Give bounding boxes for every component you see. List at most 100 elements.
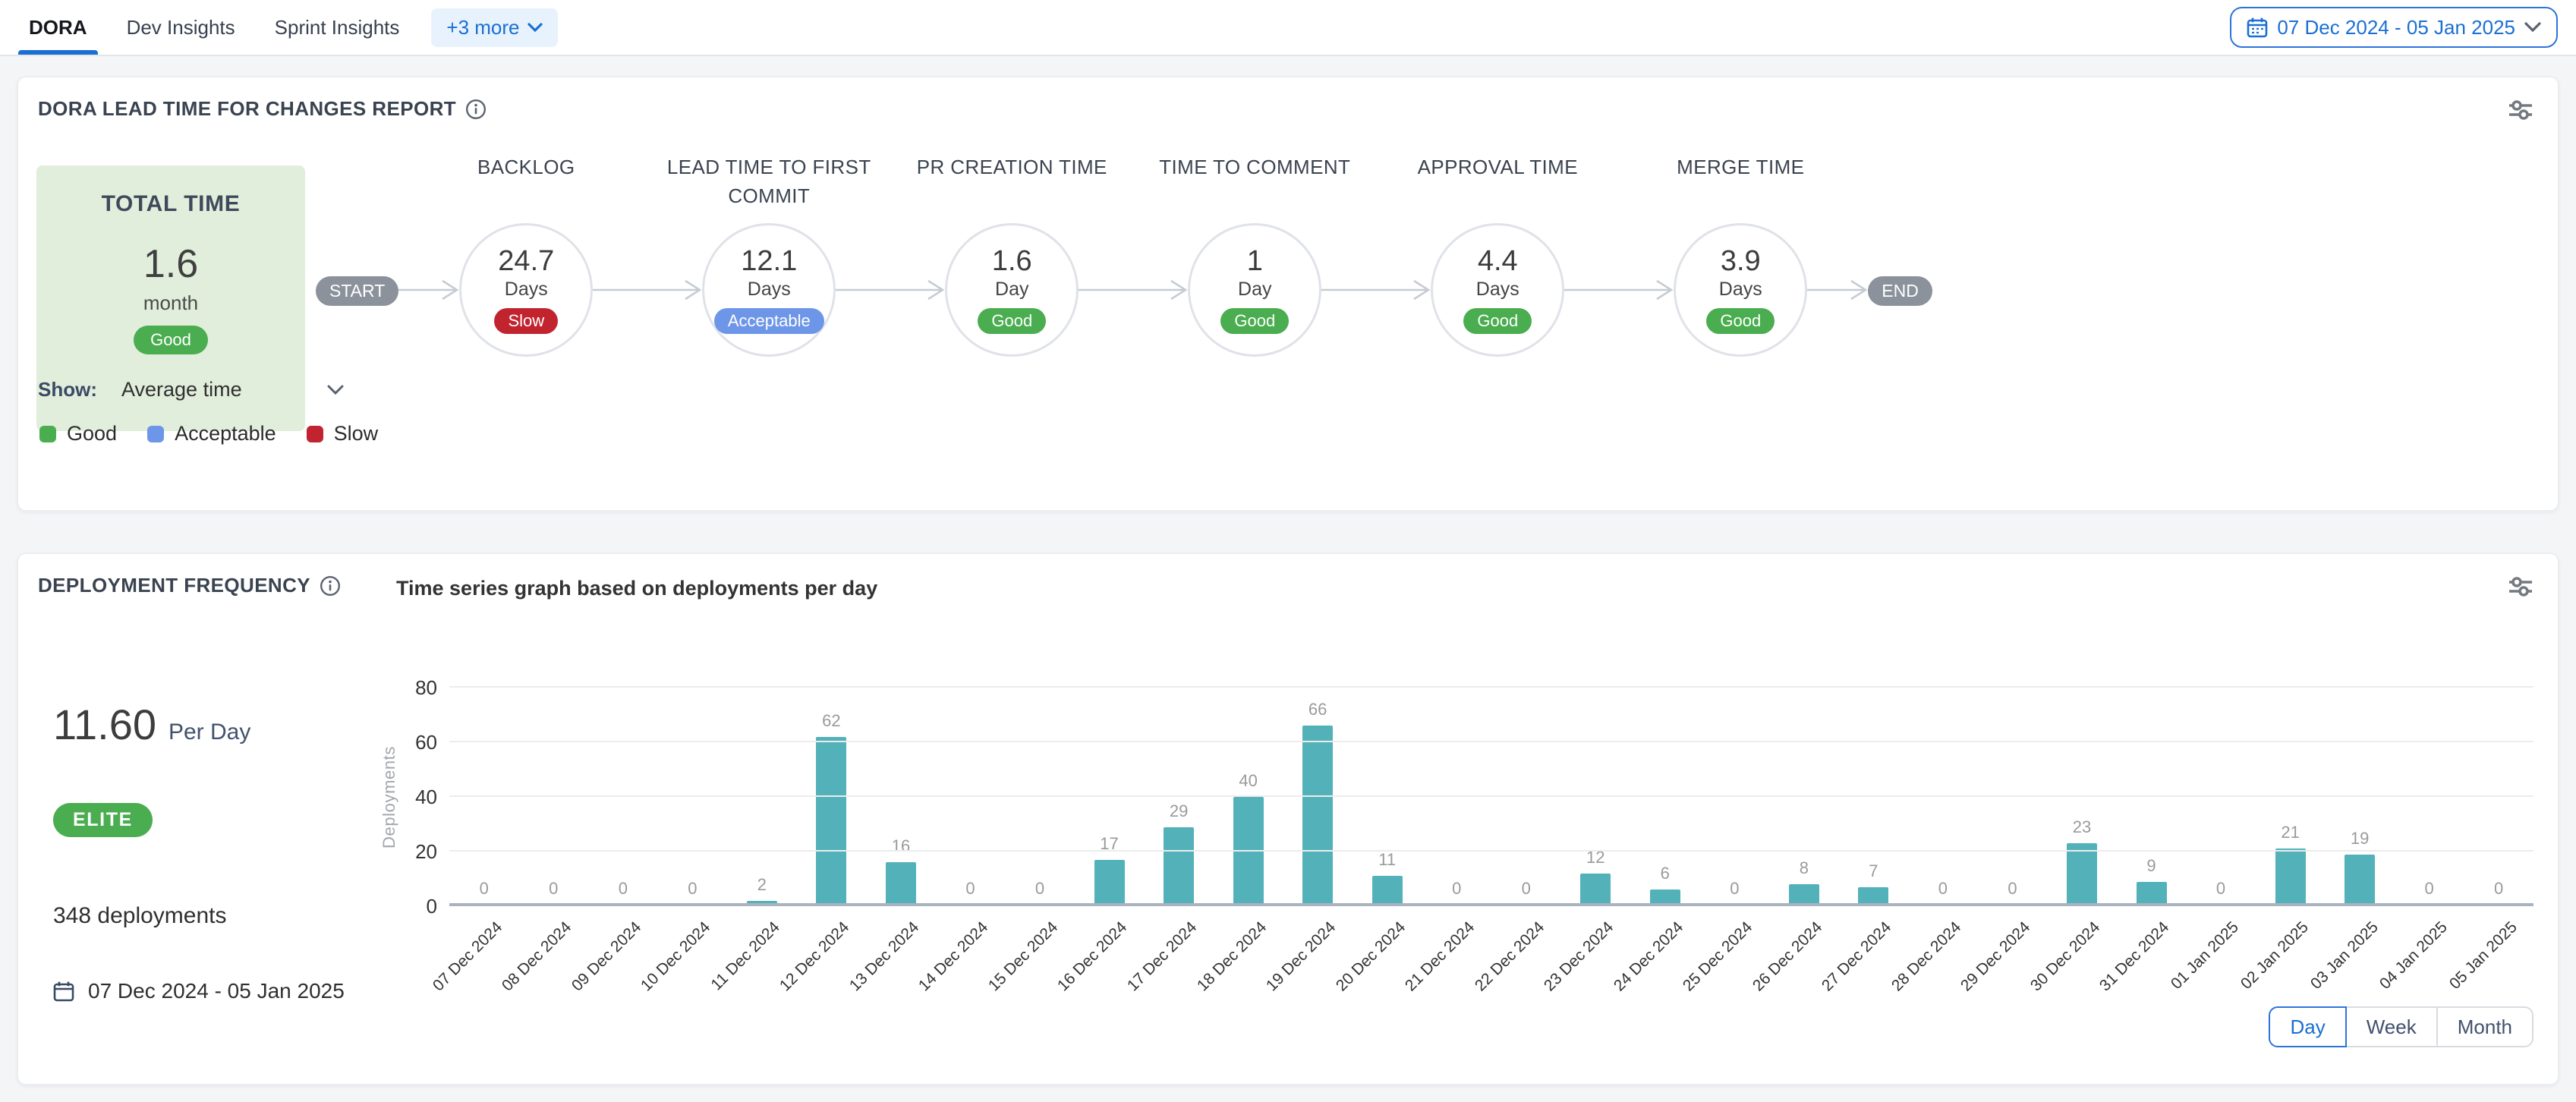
stage-unit: Days: [1719, 279, 1762, 301]
bar-value-label: 8: [1769, 858, 1839, 878]
bar-slot: 005 Jan 2025: [2464, 688, 2533, 906]
status-legend: Good Acceptable Slow: [39, 422, 408, 446]
x-axis-label: 20 Dec 2024: [1332, 918, 1409, 995]
chart-subtitle: Time series graph based on deployments p…: [396, 577, 877, 600]
x-axis-label: 13 Dec 2024: [846, 918, 923, 995]
legend-swatch: [39, 426, 56, 442]
bar-value-label: 0: [588, 879, 658, 899]
y-tick-label: 40: [383, 786, 437, 809]
x-axis-label: 23 Dec 2024: [1541, 918, 1617, 995]
x-axis-label: 09 Dec 2024: [568, 918, 645, 995]
stage-name: LEAD TIME TO FIRST COMMIT: [655, 153, 883, 220]
info-icon[interactable]: [320, 575, 341, 597]
stage-circle: 1DayGood: [1188, 223, 1321, 357]
bar-value-label: 0: [2186, 879, 2256, 899]
x-axis-label: 16 Dec 2024: [1054, 918, 1131, 995]
deployment-bar[interactable]: [1302, 726, 1333, 906]
performance-badge: ELITE: [53, 803, 153, 837]
chevron-down-icon: [527, 23, 543, 32]
granularity-week[interactable]: Week: [2345, 1006, 2438, 1047]
x-axis-label: 27 Dec 2024: [1819, 918, 1895, 995]
deployment-bar[interactable]: [1094, 860, 1125, 906]
x-axis-label: 31 Dec 2024: [2096, 918, 2173, 995]
stage-unit: Days: [505, 279, 548, 301]
bar-value-label: 0: [1700, 879, 1770, 899]
sliders-icon: [2508, 575, 2533, 598]
rate-unit: Per Day: [168, 719, 250, 745]
granularity-toggle: DayWeekMonth: [2269, 1006, 2533, 1047]
stage-pr-creation-time[interactable]: PR CREATION TIME1.6DayGood: [945, 153, 1079, 357]
stage-lead-time-to-first-commit[interactable]: LEAD TIME TO FIRST COMMIT12.1DaysAccepta…: [702, 153, 836, 357]
x-axis-label: 18 Dec 2024: [1193, 918, 1270, 995]
info-icon[interactable]: [465, 99, 487, 120]
date-range-picker[interactable]: 07 Dec 2024 - 05 Jan 2025: [2230, 7, 2558, 48]
legend-swatch: [147, 426, 164, 442]
deployment-bar[interactable]: [816, 737, 846, 906]
total-time-label: TOTAL TIME: [36, 191, 305, 217]
filter-settings-button[interactable]: [2505, 96, 2537, 130]
deployment-bar[interactable]: [2275, 849, 2306, 906]
y-tick-label: 80: [383, 676, 437, 700]
deployment-bar[interactable]: [886, 862, 916, 906]
gridline: [449, 795, 2533, 797]
y-tick-label: 0: [383, 895, 437, 918]
stage-status-badge: Acceptable: [714, 308, 824, 334]
more-tabs-label: +3 more: [446, 16, 519, 39]
x-axis-label: 29 Dec 2024: [1957, 918, 2034, 995]
bar-slot: 2102 Jan 2025: [2256, 688, 2326, 906]
stage-status-badge: Good: [1220, 308, 1289, 334]
tab-dev-insights[interactable]: Dev Insights: [116, 0, 246, 55]
x-axis-label: 01 Jan 2025: [2168, 918, 2243, 993]
legend-label: Acceptable: [175, 422, 276, 446]
show-dropdown[interactable]: Show: Average time: [38, 378, 344, 401]
stage-merge-time[interactable]: MERGE TIME3.9DaysGood: [1674, 153, 1807, 357]
stage-value: 3.9: [1721, 246, 1761, 278]
more-tabs-button[interactable]: +3 more: [431, 8, 557, 47]
flow-arrow-icon: [1321, 276, 1431, 304]
bar-value-label: 11: [1353, 850, 1422, 870]
tab-dora[interactable]: DORA: [18, 0, 98, 55]
bar-slot: 010 Dec 2024: [658, 688, 728, 906]
deployment-bar[interactable]: [2345, 855, 2375, 906]
stage-name: APPROVAL TIME: [1384, 153, 1611, 220]
filter-settings-button[interactable]: [2505, 572, 2537, 606]
bar-value-label: 9: [2117, 856, 2187, 876]
stage-backlog[interactable]: BACKLOG24.7DaysSlow: [459, 153, 593, 357]
deployment-bar[interactable]: [2067, 843, 2097, 906]
legend-item-slow[interactable]: Slow: [307, 422, 379, 446]
show-selected-value: Average time: [121, 378, 242, 401]
bar-slot: 6619 Dec 2024: [1283, 688, 1353, 906]
x-axis-label: 24 Dec 2024: [1611, 918, 1687, 995]
report-tabs: DORA Dev Insights Sprint Insights: [18, 0, 428, 55]
bar-value-label: 0: [1422, 879, 1491, 899]
bar-slot: 2917 Dec 2024: [1144, 688, 1214, 906]
deployment-bar[interactable]: [1372, 876, 1403, 906]
stage-approval-time[interactable]: APPROVAL TIME4.4DaysGood: [1431, 153, 1564, 357]
legend-item-good[interactable]: Good: [39, 422, 117, 446]
deployment-bar[interactable]: [1233, 797, 1264, 906]
bar-value-label: 0: [658, 879, 728, 899]
bar-value-label: 62: [797, 711, 867, 731]
x-axis-label: 21 Dec 2024: [1402, 918, 1479, 995]
bar-value-label: 0: [936, 879, 1006, 899]
granularity-day[interactable]: Day: [2269, 1006, 2346, 1047]
bar-value-label: 0: [1005, 879, 1075, 899]
stage-name: MERGE TIME: [1627, 153, 1854, 220]
bar-value-label: 0: [1978, 879, 2048, 899]
sliders-icon: [2508, 99, 2533, 121]
stage-time-to-comment[interactable]: TIME TO COMMENT1DayGood: [1188, 153, 1321, 357]
deployment-bar[interactable]: [1164, 827, 1194, 906]
flow-arrow-icon: [1564, 276, 1674, 304]
bar-value-label: 6: [1630, 864, 1700, 883]
tab-sprint-insights[interactable]: Sprint Insights: [264, 0, 411, 55]
calendar-icon: [53, 981, 74, 1002]
gridline: [449, 686, 2533, 688]
legend-item-acceptable[interactable]: Acceptable: [147, 422, 276, 446]
bar-slot: 4018 Dec 2024: [1214, 688, 1283, 906]
granularity-month[interactable]: Month: [2436, 1006, 2533, 1047]
flow-arrow-icon: [1079, 276, 1188, 304]
flow-arrow-icon: [836, 276, 945, 304]
bar-slot: 826 Dec 2024: [1769, 688, 1839, 906]
bar-value-label: 29: [1144, 801, 1214, 821]
deployment-bar[interactable]: [1580, 874, 1611, 906]
